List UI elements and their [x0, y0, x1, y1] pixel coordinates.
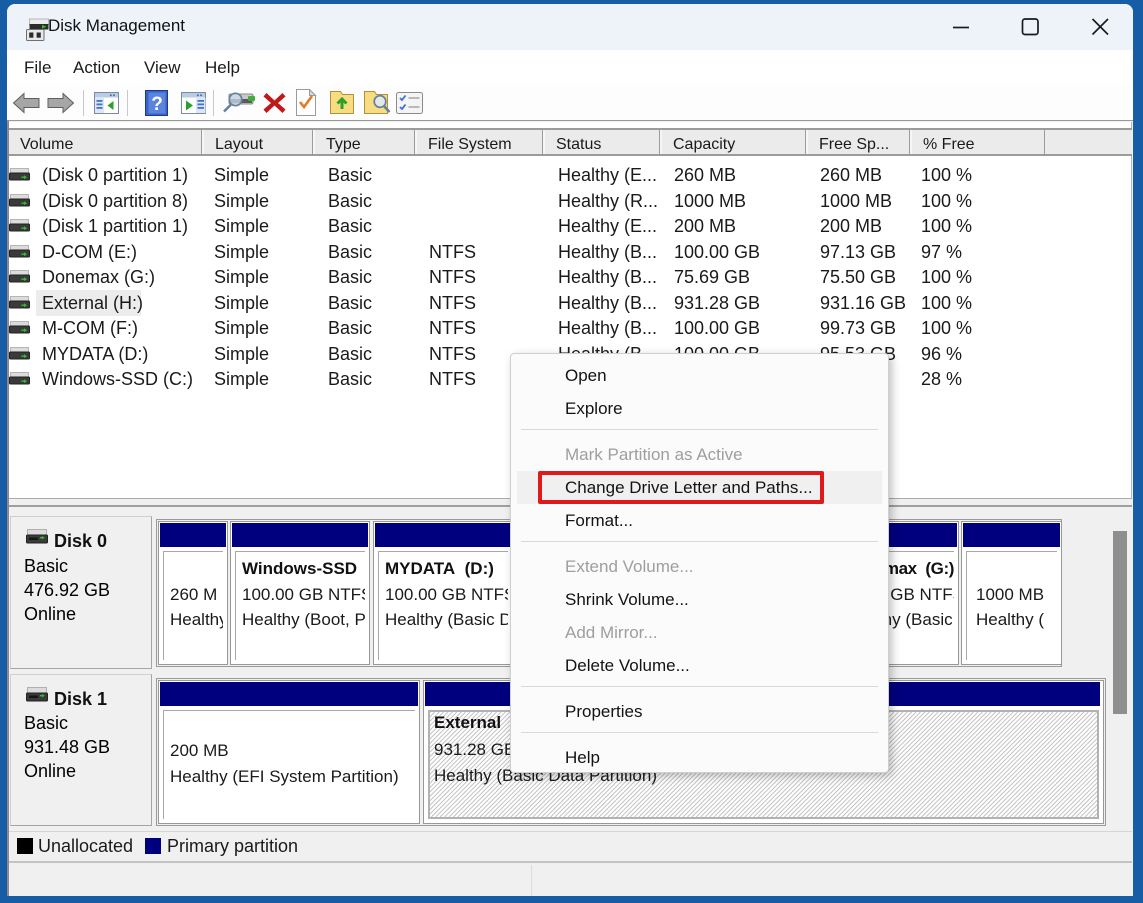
svg-text:?: ? [151, 94, 163, 115]
